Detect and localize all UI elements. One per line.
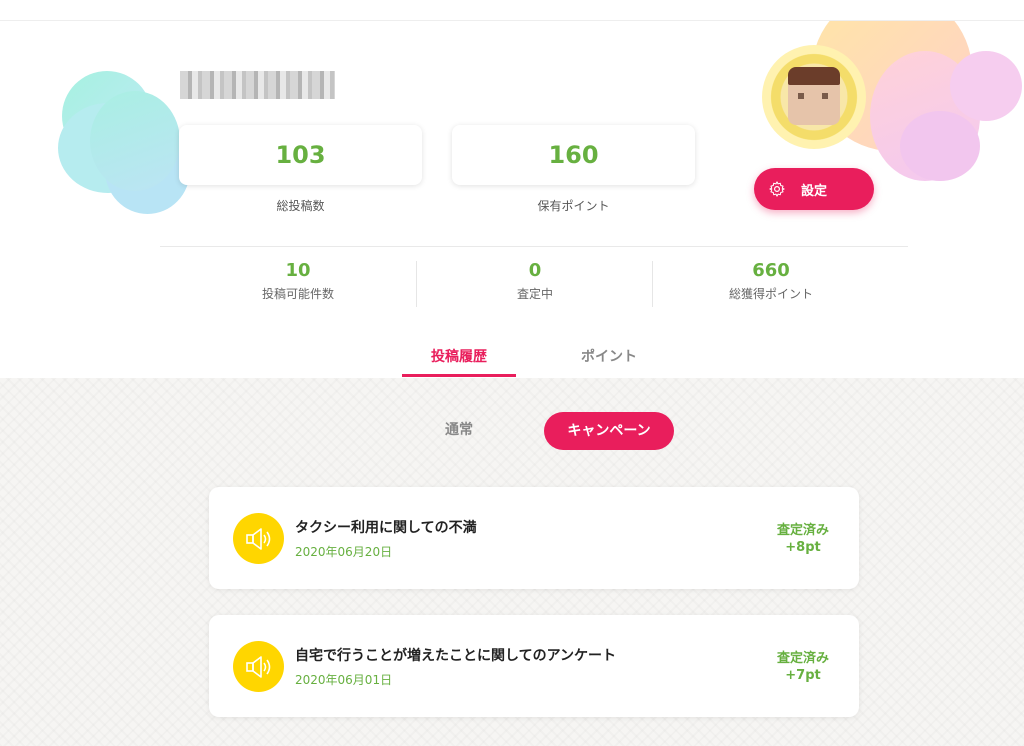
post-status: 査定済み: [776, 651, 829, 666]
profile-section: 103 総投稿数 160 保有ポイント 設定 10 投稿可能件数 0 査定中 6…: [0, 21, 1024, 378]
megaphone-icon: [233, 513, 284, 564]
avatar-eye: [822, 93, 828, 99]
under-review-value: 0: [528, 260, 542, 281]
under-review-stat: 0 査定中: [417, 261, 653, 309]
decorative-blob: [900, 111, 980, 181]
post-history-content: 通常 キャンペーン タクシー利用に関しての不満 2020年06月20日 査定済み…: [0, 378, 1024, 746]
held-points-value: 160: [548, 141, 599, 169]
post-card[interactable]: タクシー利用に関しての不満 2020年06月20日 査定済み +8pt: [209, 487, 859, 589]
post-date: 2020年06月01日: [295, 673, 393, 687]
post-title: 自宅で行うことが増えたことに関してのアンケート: [295, 648, 617, 664]
post-points: +7pt: [785, 668, 821, 683]
post-points: +8pt: [785, 540, 821, 555]
under-review-label: 査定中: [516, 287, 553, 301]
megaphone-icon: [233, 641, 284, 692]
avatar-hair: [788, 67, 840, 85]
total-posts-card: 103: [179, 125, 422, 185]
decorative-blob: [90, 91, 180, 191]
settings-label: 設定: [800, 183, 827, 199]
total-posts-value: 103: [275, 141, 326, 169]
post-title: タクシー利用に関しての不満: [295, 520, 477, 536]
segment-normal[interactable]: 通常: [428, 412, 490, 448]
post-date: 2020年06月20日: [295, 545, 393, 559]
avatar-eye: [798, 93, 804, 99]
post-status: 査定済み: [776, 523, 829, 538]
held-points-card: 160: [452, 125, 695, 185]
tab-post-history[interactable]: 投稿履歴: [402, 337, 516, 377]
total-posts-label: 総投稿数: [276, 199, 325, 213]
gear-icon: [769, 181, 785, 197]
held-points-label: 保有ポイント: [537, 199, 610, 213]
total-earned-points-label: 総獲得ポイント: [728, 287, 813, 301]
username-blurred: [180, 71, 335, 99]
postable-count-stat: 10 投稿可能件数: [180, 261, 416, 309]
post-card[interactable]: 自宅で行うことが増えたことに関してのアンケート 2020年06月01日 査定済み…: [209, 615, 859, 717]
postable-count-label: 投稿可能件数: [261, 287, 334, 301]
postable-count-value: 10: [285, 260, 311, 281]
divider: [160, 246, 908, 247]
total-earned-points-stat: 660 総獲得ポイント: [653, 261, 889, 309]
settings-button[interactable]: 設定: [754, 168, 874, 210]
tab-points[interactable]: ポイント: [552, 337, 666, 377]
decorative-blob: [950, 51, 1022, 121]
segment-campaign[interactable]: キャンペーン: [544, 412, 674, 450]
total-earned-points-value: 660: [752, 260, 790, 281]
avatar[interactable]: [762, 45, 866, 149]
top-bar: [0, 0, 1024, 21]
